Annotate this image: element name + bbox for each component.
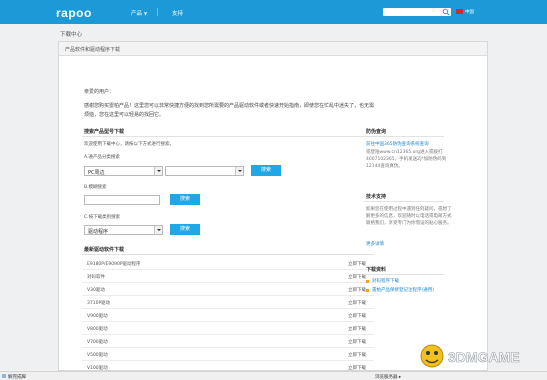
- downloads-title: 下载资料: [366, 267, 387, 273]
- tech-support-divider: [364, 201, 444, 202]
- tech-support-text: 如果您在使用过程中遇到任何疑问，或想了解更多的信息，欢迎随时以电话或电邮方式联络…: [366, 207, 452, 226]
- download-type-value: 驱动程序: [88, 229, 109, 235]
- page-status-icon: [2, 374, 6, 378]
- china-flag-icon: [456, 9, 463, 14]
- anti-fake-title: 防伪查询: [366, 129, 387, 135]
- nav-divider: [157, 8, 158, 16]
- category-search-button[interactable]: 搜索: [251, 165, 281, 176]
- anti-fake-text: 或登陆www.cn12365.org进入或拨打4007102365，手机发送ZJ…: [366, 150, 447, 169]
- fuzzy-search-button[interactable]: 搜索: [170, 194, 200, 205]
- watermark-text: 3DMGAME: [448, 349, 520, 365]
- latest-divider: [82, 254, 374, 255]
- download-row: V900驱动 立即下载: [82, 310, 374, 322]
- download-row-name: 对码软件: [87, 275, 105, 280]
- download-row-name: V500驱动: [87, 353, 108, 358]
- pairing-download-link[interactable]: 对码程序下载: [372, 278, 399, 285]
- search-icon[interactable]: [442, 8, 450, 16]
- download-row: 3710P驱动 立即下载: [82, 297, 374, 309]
- download-now-link[interactable]: 立即下载: [348, 326, 366, 332]
- tech-support-title: 技术支持: [366, 194, 387, 200]
- panel-header: 产品软件和驱动程序下载: [59, 42, 487, 56]
- nav-item-products[interactable]: 产品 ▼: [131, 9, 147, 17]
- download-row: 对码软件 立即下载: [82, 271, 374, 283]
- language-selector[interactable]: 中国: [465, 9, 474, 15]
- type-search-button[interactable]: 搜索: [170, 224, 200, 235]
- download-row-name: V700驱动: [87, 340, 108, 345]
- rapoo-logo[interactable]: rapoo: [56, 6, 92, 20]
- nav-item-products-label: 产品: [131, 11, 143, 17]
- status-text: 解完成脚: [8, 374, 26, 380]
- search-hint: 欢迎使用下载中心，请按以下方式进行搜索。: [84, 142, 174, 147]
- download-now-link[interactable]: 立即下载: [348, 339, 366, 345]
- download-now-link[interactable]: 立即下载: [348, 261, 366, 267]
- dropdown-arrow-icon: [235, 167, 243, 175]
- download-now-link[interactable]: 立即下载: [348, 313, 366, 319]
- category-search-label: A.通产品分类搜索: [84, 155, 120, 160]
- download-panel: 产品软件和驱动程序下载 亲爱的用户： 感谢您购买雷柏产品！这里您可以非常快捷方便…: [58, 41, 488, 374]
- dropdown-arrow-icon: [154, 167, 162, 175]
- download-row-name: V900驱动: [87, 314, 108, 319]
- download-row: V500驱动 立即下载: [82, 349, 374, 361]
- download-now-link[interactable]: 立即下载: [348, 287, 366, 293]
- download-row: E9180P/E9090P驱动程序 立即下载: [82, 258, 374, 270]
- download-row-name: V800驱动: [87, 327, 108, 332]
- panel-title: 产品软件和驱动程序下载: [65, 47, 121, 53]
- greeting-text: 亲爱的用户：: [84, 89, 115, 95]
- download-row: V700驱动 立即下载: [82, 336, 374, 348]
- download-type-select[interactable]: 驱动程序: [84, 225, 163, 235]
- intro-text: 感谢您购买雷柏产品！这里您可以非常快捷方便的找到您所需要的产品驱动软件或者快速开…: [84, 103, 375, 118]
- download-row: V800驱动 立即下载: [82, 323, 374, 335]
- downloads-divider: [364, 274, 444, 275]
- breadcrumb: 下载中心: [60, 32, 83, 38]
- download-now-link[interactable]: 立即下载: [348, 352, 366, 358]
- download-row: V30驱动 立即下载: [82, 284, 374, 296]
- anti-fake-query-link[interactable]: 前往中国365防伪查询系统查询: [366, 141, 452, 148]
- download-row-name: E9180P/E9090P驱动程序: [87, 262, 141, 267]
- bullet-icon: [366, 289, 369, 292]
- download-now-link[interactable]: 立即下载: [348, 300, 366, 306]
- 3dmgame-watermark: 3DMGAME: [420, 344, 520, 368]
- fuzzy-search-input[interactable]: [84, 195, 160, 205]
- latest-downloads-title: 最新驱动软件下载: [84, 247, 125, 253]
- anti-fake-divider: [364, 136, 444, 137]
- site-search-input[interactable]: [383, 8, 451, 16]
- category-select[interactable]: PC周边: [84, 166, 163, 176]
- fuzzy-search-label: B.模糊搜索: [84, 185, 107, 190]
- top-nav-bar: rapoo 产品 ▼ 支持 中国: [0, 0, 547, 24]
- download-row-name: V30驱动: [87, 288, 105, 293]
- type-search-label: C.按下载类别搜索: [84, 215, 121, 220]
- download-row-name: 3710P驱动: [87, 301, 111, 306]
- dropdown-arrow-icon: [154, 226, 162, 234]
- bullet-icon: [366, 280, 369, 283]
- search-divider: [82, 136, 374, 137]
- nav-item-support[interactable]: 支持: [172, 9, 183, 17]
- status-right-text: 浏览服务器 ▸: [375, 374, 402, 380]
- chevron-down-icon: ▼: [144, 11, 148, 16]
- more-details-link[interactable]: 更多详情: [366, 241, 384, 248]
- category-select-value: PC周边: [88, 170, 105, 176]
- subcategory-select[interactable]: [165, 166, 244, 176]
- warranty-program-link[interactable]: 雷柏产品保修登记注程序(通用): [372, 287, 434, 294]
- search-section-title: 搜索产品型号下载: [84, 129, 125, 135]
